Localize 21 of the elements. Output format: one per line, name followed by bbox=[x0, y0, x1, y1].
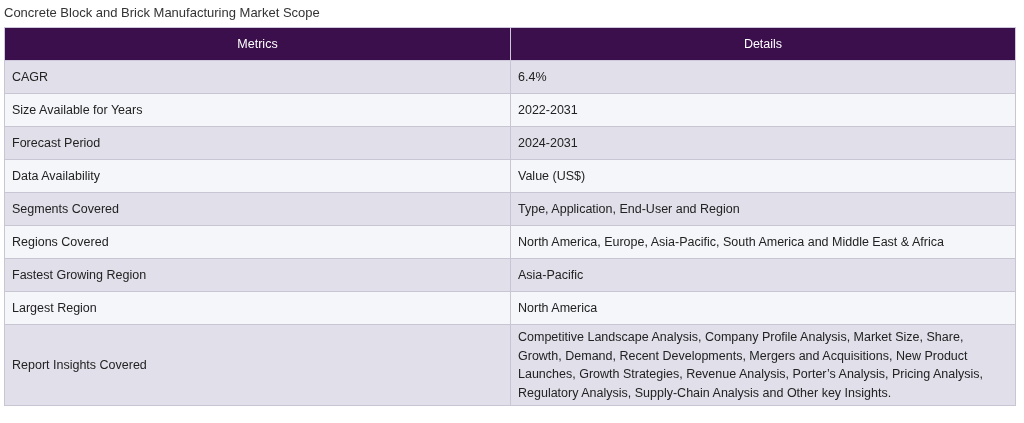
column-header: Details bbox=[510, 27, 1016, 61]
table-caption: Concrete Block and Brick Manufacturing Market Scope bbox=[4, 5, 320, 20]
table-cell: Data Availability bbox=[4, 159, 511, 193]
table-cell: North America bbox=[510, 291, 1016, 325]
table-cell: 2022-2031 bbox=[510, 93, 1016, 127]
table-cell: Largest Region bbox=[4, 291, 511, 325]
table-cell: CAGR bbox=[4, 60, 511, 94]
table-cell: Forecast Period bbox=[4, 126, 511, 160]
table-cell: Segments Covered bbox=[4, 192, 511, 226]
column-header: Metrics bbox=[4, 27, 511, 61]
table-cell: Competitive Landscape Analysis, Company Profile Analysis, Market Size, Share, Growth, Demand, Recent Developments, Mergers and Acquisitions, New Product Launches, Growth Strategies, Revenue Analysis, Porter’s Analysis, Pricing Analysis, Regulatory Analysis, Supply-Chain Analysis and Other key Insights. bbox=[510, 324, 1016, 406]
table-cell: Type, Application, End-User and Region bbox=[510, 192, 1016, 226]
table-cell: 6.4% bbox=[510, 60, 1016, 94]
table-cell: North America, Europe, Asia-Pacific, South America and Middle East & Africa bbox=[510, 225, 1016, 259]
table-cell: Size Available for Years bbox=[4, 93, 511, 127]
table-cell: Report Insights Covered bbox=[4, 324, 511, 406]
table-cell: Asia-Pacific bbox=[510, 258, 1016, 292]
table-cell: Regions Covered bbox=[4, 225, 511, 259]
table-cell: Value (US$) bbox=[510, 159, 1016, 193]
table-cell: Fastest Growing Region bbox=[4, 258, 511, 292]
table-cell: 2024-2031 bbox=[510, 126, 1016, 160]
